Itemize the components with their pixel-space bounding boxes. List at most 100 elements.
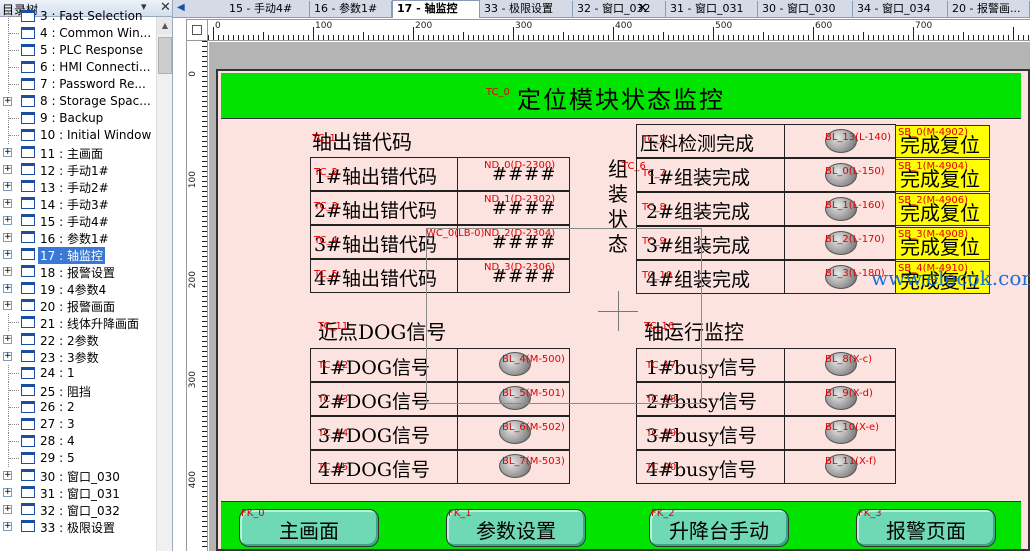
tree-item[interactable]: +32 : 窗口_032 (0, 501, 156, 518)
ruler-tick (202, 301, 207, 302)
ruler-tick (202, 391, 207, 392)
tree-item[interactable]: +12 : 手动1# (0, 161, 156, 178)
tab[interactable]: 31 - 窗口_031 (666, 1, 758, 18)
expand-icon[interactable]: + (3, 97, 12, 106)
tree-item[interactable]: 6 : HMI Connecti... (0, 59, 156, 76)
window-icon (21, 10, 35, 22)
expand-icon[interactable]: + (3, 165, 12, 174)
tree-item[interactable]: 7 : Password Re... (0, 76, 156, 93)
tree-item[interactable]: +31 : 窗口_031 (0, 484, 156, 501)
tree-item[interactable]: 25 : 阻挡 (0, 382, 156, 399)
ruler-tick (318, 35, 319, 40)
ruler-tick (378, 35, 379, 40)
expand-icon[interactable]: + (3, 335, 12, 344)
tree-item[interactable]: 28 : 4 (0, 433, 156, 450)
tree-item-label: 12 : 手动1# (40, 164, 109, 178)
tree-item[interactable]: +22 : 2参数 (0, 331, 156, 348)
close-panel-icon[interactable]: ✕ (160, 0, 171, 15)
ruler-tick (908, 35, 909, 40)
ruler-tick (828, 35, 829, 40)
expand-icon[interactable]: + (3, 301, 12, 310)
tree-connector (8, 382, 19, 399)
tree-item[interactable]: +13 : 手动2# (0, 178, 156, 195)
tab-scroll-left-icon[interactable]: ◀ (177, 2, 185, 13)
tree-item-label: 29 : 5 (40, 451, 75, 465)
tree-item[interactable]: 26 : 2 (0, 399, 156, 416)
tab[interactable]: 34 - 窗口_034 (853, 1, 948, 18)
tree-item[interactable]: +33 : 极限设置 (0, 518, 156, 535)
expand-icon[interactable]: + (3, 216, 12, 225)
tree-item-label: 14 : 手动3# (40, 198, 109, 212)
expand-icon[interactable]: + (3, 182, 12, 191)
tab-active[interactable]: 17 - 轴监控 (392, 0, 480, 18)
expand-icon[interactable]: + (3, 505, 12, 514)
tree-item[interactable]: +18 : 报警设置 (0, 263, 156, 280)
ruler-tick (202, 186, 207, 187)
tree-item[interactable]: +8 : Storage Spac... (0, 93, 156, 110)
name-tag: TC_2 (314, 167, 338, 178)
ruler-tick (643, 35, 644, 40)
tree-item[interactable]: 10 : Initial Window (0, 127, 156, 144)
expand-icon[interactable]: + (3, 471, 12, 480)
tree-item[interactable]: 21 : 线体升降画面 (0, 314, 156, 331)
tree-item[interactable]: 3 : Fast Selection (0, 8, 156, 25)
window-icon (21, 503, 35, 515)
tab[interactable]: 16 - 参数1# (310, 1, 392, 18)
ruler-tick (578, 35, 579, 40)
tree-item[interactable]: +14 : 手动3# (0, 195, 156, 212)
tree-item[interactable]: 29 : 5 (0, 450, 156, 467)
ruler-tick (773, 35, 774, 40)
reset-complete-button[interactable]: 完成复位 SB_1(M-4904) (895, 159, 990, 192)
section-tag: TC_11 (318, 321, 349, 332)
expand-icon[interactable]: + (3, 284, 12, 293)
tree-item[interactable]: +17 : 轴监控 (0, 246, 156, 264)
ruler-tick (483, 35, 484, 40)
tree-item[interactable]: +20 : 报警画面 (0, 297, 156, 314)
tree-scrollbar[interactable]: ▲ (156, 17, 172, 551)
ruler-tick (213, 27, 214, 40)
tree-item[interactable]: 5 : PLC Response (0, 42, 156, 59)
tab[interactable]: 15 - 手动4# (225, 1, 310, 18)
expand-icon[interactable]: + (3, 488, 12, 497)
expand-icon[interactable]: + (3, 522, 12, 531)
tree-item[interactable]: +19 : 4参数4 (0, 280, 156, 297)
window-object-frame[interactable] (426, 228, 702, 404)
tab[interactable]: 20 - 报警画... (948, 1, 1030, 18)
window-icon (21, 214, 35, 226)
tree-item[interactable]: 24 : 1 (0, 365, 156, 382)
ruler-tick (438, 35, 439, 40)
tree-item[interactable]: 27 : 3 (0, 416, 156, 433)
tree-item[interactable]: +30 : 窗口_030 (0, 467, 156, 484)
tab[interactable]: 30 - 窗口_030 (758, 1, 853, 18)
ruler-tick (608, 35, 609, 40)
tree-item[interactable]: 9 : Backup (0, 110, 156, 127)
tree-item[interactable]: +15 : 手动4# (0, 212, 156, 229)
ruler-tick (613, 27, 614, 40)
ruler-tick (753, 35, 754, 40)
tree-item[interactable]: 4 : Common Win... (0, 25, 156, 42)
tree-item[interactable]: +23 : 3参数 (0, 348, 156, 365)
ruler-tick (202, 56, 207, 57)
expand-icon[interactable]: + (3, 250, 12, 259)
tab-close-icon[interactable]: ✕ (637, 1, 648, 16)
tree-item[interactable]: +11 : 主画面 (0, 144, 156, 161)
scroll-up-icon[interactable]: ▲ (157, 17, 172, 34)
scroll-thumb[interactable] (158, 37, 172, 74)
ruler-tick (202, 501, 207, 502)
reset-complete-button[interactable]: 完成复位 SB_3(M-4908) (895, 227, 990, 260)
expand-icon[interactable]: + (3, 148, 12, 157)
expand-icon[interactable]: + (3, 233, 12, 242)
ruler-tick (588, 35, 589, 40)
ruler-tick (488, 35, 489, 40)
expand-icon[interactable]: + (3, 199, 12, 208)
expand-icon[interactable]: + (3, 267, 12, 276)
ruler-tick (202, 526, 207, 527)
tab[interactable]: 32 - 窗口_032 (573, 1, 666, 18)
ruler-tick (603, 35, 604, 40)
tab[interactable]: 33 - 极限设置 (480, 1, 573, 18)
ruler-tick (833, 35, 834, 40)
tree-item[interactable]: +16 : 参数1# (0, 229, 156, 246)
reset-complete-button[interactable]: 完成复位 SB_2(M-4906) (895, 193, 990, 226)
reset-complete-button[interactable]: 完成复位 SB_0(M-4902) (895, 125, 990, 158)
expand-icon[interactable]: + (3, 352, 12, 361)
